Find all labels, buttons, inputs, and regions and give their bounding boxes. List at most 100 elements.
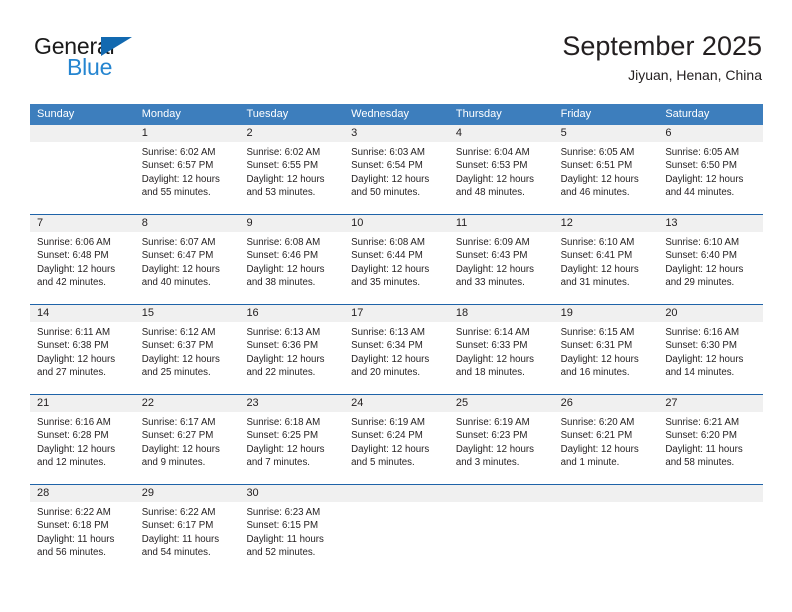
day-number-row: 14 15 16 17 18 19 20 (30, 305, 763, 322)
day-cell-empty (658, 502, 763, 574)
day-number[interactable]: 25 (449, 395, 554, 412)
day-number[interactable]: 22 (135, 395, 240, 412)
sunset-text: Sunset: 6:31 PM (560, 340, 633, 352)
day-number[interactable]: 30 (239, 485, 344, 502)
day-number-row: 7 8 9 10 11 12 13 (30, 215, 763, 232)
daylight-text-cont: and 3 minutes. (455, 456, 520, 468)
day-cell[interactable]: Sunrise: 6:09 AM Sunset: 6:43 PM Daylight:… (449, 232, 554, 304)
day-number[interactable]: 24 (344, 395, 449, 412)
day-cell[interactable]: Sunrise: 6:04 AM Sunset: 6:53 PM Daylight:… (449, 142, 554, 214)
day-cell[interactable]: Sunrise: 6:19 AM Sunset: 6:24 PM Daylight:… (344, 412, 449, 484)
day-cell[interactable]: Sunrise: 6:15 AM Sunset: 6:31 PM Daylight:… (554, 322, 659, 394)
day-cell-empty (449, 502, 554, 574)
title-block: September 2025 Jiyuan, Henan, China (562, 30, 762, 85)
daylight-text: Daylight: 12 hours (455, 353, 534, 365)
daylight-text: Daylight: 12 hours (141, 263, 220, 275)
day-number[interactable]: 15 (135, 305, 240, 322)
day-number[interactable]: 3 (344, 125, 449, 142)
daylight-text-cont: and 7 minutes. (246, 456, 310, 468)
day-number[interactable]: 27 (658, 395, 763, 412)
day-cell[interactable]: Sunrise: 6:08 AM Sunset: 6:46 PM Daylight:… (239, 232, 344, 304)
day-cell[interactable]: Sunrise: 6:19 AM Sunset: 6:23 PM Daylight:… (449, 412, 554, 484)
day-number[interactable]: 28 (30, 485, 135, 502)
day-cell[interactable]: Sunrise: 6:22 AM Sunset: 6:17 PM Daylight:… (135, 502, 240, 574)
daylight-text-cont: and 54 minutes. (141, 546, 211, 558)
day-cell[interactable]: Sunrise: 6:13 AM Sunset: 6:34 PM Daylight:… (344, 322, 449, 394)
daylight-text: Daylight: 12 hours (351, 443, 430, 455)
sunset-text: Sunset: 6:50 PM (665, 160, 737, 172)
day-cell[interactable]: Sunrise: 6:02 AM Sunset: 6:57 PM Daylight:… (135, 142, 240, 214)
day-cell[interactable]: Sunrise: 6:05 AM Sunset: 6:51 PM Daylight:… (554, 142, 659, 214)
day-cell[interactable]: Sunrise: 6:11 AM Sunset: 6:38 PM Daylight:… (30, 322, 135, 394)
sunset-text: Sunset: 6:36 PM (246, 340, 319, 352)
day-number[interactable]: 21 (30, 395, 135, 412)
day-number[interactable]: 16 (239, 305, 344, 322)
day-cell[interactable]: Sunrise: 6:10 AM Sunset: 6:40 PM Daylight:… (658, 232, 763, 304)
daylight-text-cont: and 14 minutes. (665, 366, 735, 378)
weekday-header-saturday: Saturday (665, 108, 710, 120)
day-number[interactable]: 1 (135, 125, 240, 142)
day-cell[interactable]: Sunrise: 6:03 AM Sunset: 6:54 PM Daylight:… (344, 142, 449, 214)
day-cell[interactable]: Sunrise: 6:08 AM Sunset: 6:44 PM Daylight:… (344, 232, 449, 304)
day-number[interactable]: 18 (449, 305, 554, 322)
day-number[interactable]: 5 (554, 125, 659, 142)
day-number[interactable]: 26 (554, 395, 659, 412)
daylight-text-cont: and 50 minutes. (351, 186, 421, 198)
daylight-text: Daylight: 12 hours (246, 443, 325, 455)
day-number[interactable]: 14 (30, 305, 135, 322)
sunrise-text: Sunrise: 6:07 AM (141, 237, 216, 248)
day-cell[interactable]: Sunrise: 6:13 AM Sunset: 6:36 PM Daylight:… (239, 322, 344, 394)
day-cell[interactable]: Sunrise: 6:12 AM Sunset: 6:37 PM Daylight:… (135, 322, 240, 394)
day-cell[interactable]: Sunrise: 6:20 AM Sunset: 6:21 PM Daylight:… (554, 412, 659, 484)
sunset-text: Sunset: 6:20 PM (665, 430, 737, 442)
day-number[interactable]: 6 (658, 125, 763, 142)
day-cell[interactable]: Sunrise: 6:07 AM Sunset: 6:47 PM Daylight:… (135, 232, 240, 304)
daylight-text-cont: and 42 minutes. (37, 276, 106, 288)
day-number[interactable]: 7 (30, 215, 135, 232)
weekday-header-thursday: Thursday (455, 108, 502, 120)
day-number[interactable]: 8 (135, 215, 240, 232)
daylight-text-cont: and 38 minutes. (246, 276, 316, 288)
sunset-text: Sunset: 6:44 PM (351, 250, 423, 262)
daylight-text-cont: and 31 minutes. (560, 276, 630, 288)
day-number[interactable]: 11 (449, 215, 554, 232)
daylight-text-cont: and 55 minutes. (141, 186, 211, 198)
day-cell[interactable]: Sunrise: 6:10 AM Sunset: 6:41 PM Daylight:… (554, 232, 659, 304)
daylight-text: Daylight: 12 hours (560, 173, 639, 185)
day-cell[interactable]: Sunrise: 6:18 AM Sunset: 6:25 PM Daylight:… (239, 412, 344, 484)
weekday-header-wednesday: Wednesday (351, 108, 410, 120)
day-cell[interactable]: Sunrise: 6:02 AM Sunset: 6:55 PM Daylight:… (239, 142, 344, 214)
day-cell[interactable]: Sunrise: 6:16 AM Sunset: 6:30 PM Daylight:… (658, 322, 763, 394)
day-number[interactable]: 2 (239, 125, 344, 142)
day-cell[interactable]: Sunrise: 6:06 AM Sunset: 6:48 PM Daylight:… (30, 232, 135, 304)
day-cell[interactable]: Sunrise: 6:16 AM Sunset: 6:28 PM Daylight:… (30, 412, 135, 484)
day-cell[interactable]: Sunrise: 6:14 AM Sunset: 6:33 PM Daylight:… (449, 322, 554, 394)
day-cell[interactable]: Sunrise: 6:23 AM Sunset: 6:15 PM Daylight:… (239, 502, 344, 574)
daylight-text: Daylight: 12 hours (665, 353, 744, 365)
page-header: General Blue September 2025 Jiyuan, Hena… (30, 30, 762, 92)
sunrise-text: Sunrise: 6:08 AM (351, 237, 425, 248)
day-cell[interactable]: Sunrise: 6:05 AM Sunset: 6:50 PM Daylight:… (658, 142, 763, 214)
general-blue-logo[interactable]: General Blue (34, 34, 204, 86)
day-number[interactable]: 9 (239, 215, 344, 232)
day-number[interactable]: 13 (658, 215, 763, 232)
calendar-grid: Sunday Monday Tuesday Wednesday Thursday Frid… (30, 104, 763, 574)
day-number[interactable]: 20 (658, 305, 763, 322)
day-cell[interactable]: Sunrise: 6:22 AM Sunset: 6:18 PM Daylight:… (30, 502, 135, 574)
day-cell-empty (344, 502, 449, 574)
day-number[interactable]: 4 (449, 125, 554, 142)
day-number[interactable]: 29 (135, 485, 240, 502)
day-cell[interactable]: Sunrise: 6:17 AM Sunset: 6:27 PM Daylight:… (135, 412, 240, 484)
sunset-text: Sunset: 6:24 PM (351, 430, 423, 442)
daylight-text: Daylight: 12 hours (560, 443, 639, 455)
day-cell[interactable]: Sunrise: 6:21 AM Sunset: 6:20 PM Daylight:… (658, 412, 763, 484)
weekday-header-monday: Monday (141, 108, 181, 120)
sunset-text: Sunset: 6:18 PM (37, 520, 109, 532)
day-number[interactable]: 10 (344, 215, 449, 232)
sunset-text: Sunset: 6:23 PM (455, 430, 528, 442)
day-number[interactable]: 23 (239, 395, 344, 412)
day-number[interactable]: 12 (554, 215, 659, 232)
day-number[interactable]: 17 (344, 305, 449, 322)
day-number[interactable]: 19 (554, 305, 659, 322)
daylight-text: Daylight: 12 hours (455, 263, 534, 275)
